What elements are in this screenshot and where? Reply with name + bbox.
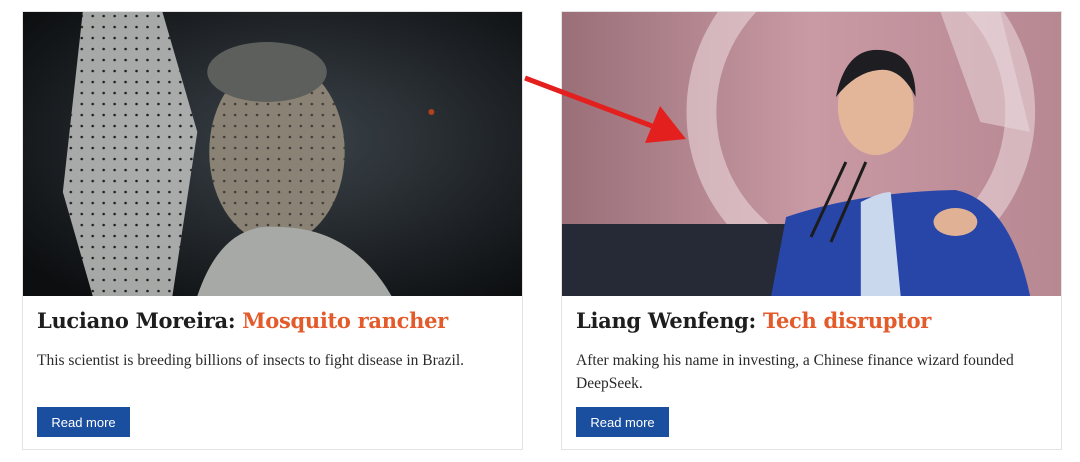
person-role: Mosquito rancher [242, 308, 448, 333]
read-more-button[interactable]: Read more [37, 407, 130, 437]
card-description: After making his name in investing, a Ch… [576, 352, 1014, 392]
profile-card-liang: Liang Wenfeng: Tech disruptor After maki… [561, 11, 1062, 450]
person-role: Tech disruptor [763, 308, 932, 333]
profile-card-moreira: Luciano Moreira: Mosquito rancher This s… [22, 11, 523, 450]
read-more-button[interactable]: Read more [576, 407, 669, 437]
card-description: This scientist is breeding billions of i… [37, 352, 465, 369]
person-name: Luciano Moreira: [37, 308, 236, 333]
card-title: Liang Wenfeng: Tech disruptor [576, 308, 931, 333]
person-name: Liang Wenfeng: [576, 308, 757, 333]
profile-photo[interactable] [562, 12, 1061, 296]
card-title: Luciano Moreira: Mosquito rancher [37, 308, 448, 333]
profile-photo[interactable] [23, 12, 522, 296]
